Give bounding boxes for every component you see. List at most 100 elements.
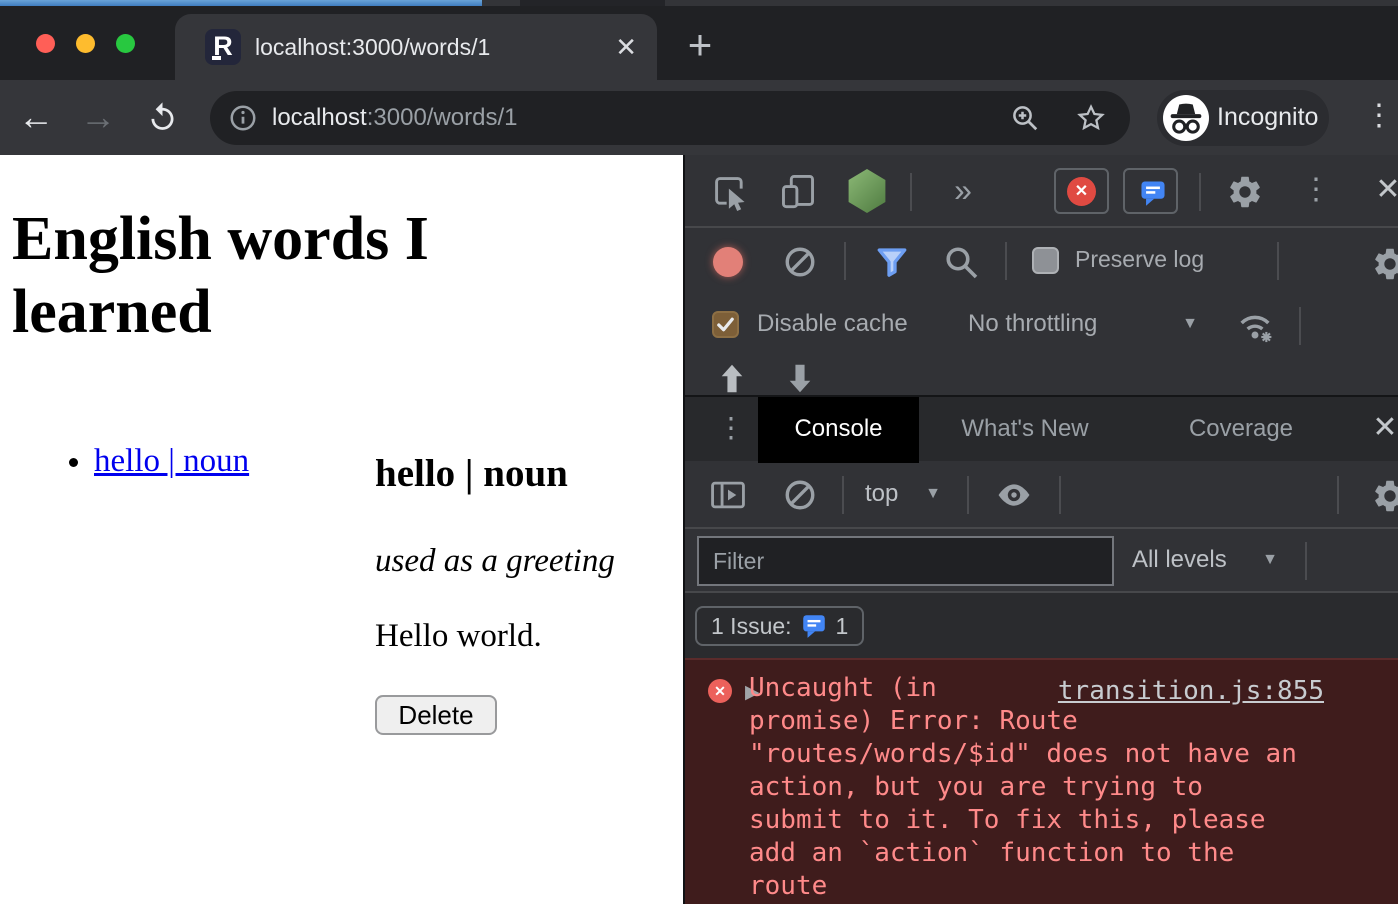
issues-counter-button[interactable]: 1 Issue: 1 bbox=[695, 606, 864, 646]
console-settings-gear-icon[interactable] bbox=[1371, 477, 1398, 515]
disable-cache-checkbox[interactable] bbox=[712, 311, 739, 338]
incognito-icon bbox=[1163, 95, 1209, 141]
error-source-link[interactable]: transition.js:855 bbox=[1058, 676, 1324, 706]
tab-close-icon[interactable]: ✕ bbox=[615, 14, 637, 80]
url-host: localhost bbox=[272, 104, 367, 131]
log-levels-select[interactable]: All levels bbox=[1132, 529, 1227, 593]
word-example: Hello world. bbox=[375, 618, 542, 655]
devtools-panel: » ✕ ⋮ ✕ bbox=[683, 155, 1398, 904]
more-tabs-icon[interactable]: » bbox=[940, 155, 986, 228]
separator bbox=[910, 173, 912, 211]
context-dropdown-icon[interactable]: ▼ bbox=[918, 461, 948, 529]
back-button[interactable]: ← bbox=[12, 80, 60, 155]
page-content: English words I learned hello | noun hel… bbox=[0, 155, 683, 904]
separator bbox=[967, 476, 969, 514]
console-issues-row: 1 Issue: 1 bbox=[685, 593, 1398, 658]
page-title: English words I learned bbox=[12, 203, 572, 349]
drawer-tab-bar: ⋮ Console What's New Coverage ✕ bbox=[685, 395, 1398, 461]
separator bbox=[842, 476, 844, 514]
separator bbox=[844, 242, 846, 280]
tab-whats-new[interactable]: What's New bbox=[935, 397, 1115, 463]
browser-toolbar: ← → localhost:3000/words/1 Incognito bbox=[0, 80, 1398, 155]
url-path: :3000/words/1 bbox=[367, 104, 518, 131]
filter-funnel-icon[interactable] bbox=[874, 244, 910, 280]
execution-context-select[interactable]: top bbox=[865, 461, 898, 529]
word-definition: used as a greeting bbox=[375, 543, 615, 580]
har-buttons-row bbox=[685, 358, 1398, 395]
issues-label: 1 Issue: bbox=[711, 613, 792, 640]
tab-bar: R localhost:3000/words/1 ✕ + bbox=[0, 6, 1398, 80]
browser-window: R localhost:3000/words/1 ✕ + ← → localho… bbox=[0, 0, 1398, 904]
incognito-badge[interactable]: Incognito bbox=[1157, 90, 1329, 146]
live-expression-eye-icon[interactable] bbox=[995, 478, 1033, 512]
search-icon[interactable] bbox=[943, 244, 979, 280]
devtools-close-icon[interactable]: ✕ bbox=[1365, 155, 1398, 228]
remix-favicon-bar bbox=[212, 56, 221, 60]
preserve-log-label: Preserve log bbox=[1075, 228, 1204, 293]
address-bar[interactable]: localhost:3000/words/1 bbox=[210, 91, 1130, 145]
console-sidebar-toggle-icon[interactable] bbox=[709, 477, 747, 513]
clear-console-icon[interactable] bbox=[783, 478, 817, 512]
error-badge-icon: ✕ bbox=[1067, 177, 1096, 206]
separator bbox=[1277, 242, 1279, 280]
console-error-entry: ✕ ▶ Uncaught (in promise) Error: Route "… bbox=[685, 658, 1398, 904]
word-list: hello | noun bbox=[14, 443, 249, 480]
tab-coverage[interactable]: Coverage bbox=[1155, 397, 1327, 463]
network-settings-gear-icon[interactable] bbox=[1371, 245, 1398, 283]
page-zoom-icon[interactable] bbox=[1010, 103, 1040, 133]
separator bbox=[1005, 242, 1007, 280]
issues-count: 1 bbox=[836, 613, 849, 640]
tab-title: localhost:3000/words/1 bbox=[255, 14, 490, 80]
browser-menu-icon[interactable]: ⋮ bbox=[1360, 80, 1398, 155]
device-toolbar-icon[interactable] bbox=[779, 172, 817, 210]
bookmark-star-icon[interactable] bbox=[1076, 103, 1106, 133]
devtools-menu-icon[interactable]: ⋮ bbox=[1293, 155, 1339, 228]
fullscreen-window-button[interactable] bbox=[116, 34, 135, 53]
word-title: hello | noun bbox=[375, 451, 568, 496]
close-window-button[interactable] bbox=[36, 34, 55, 53]
levels-dropdown-icon[interactable]: ▼ bbox=[1255, 529, 1285, 593]
console-toolbar: top ▼ bbox=[685, 461, 1398, 529]
separator bbox=[1305, 542, 1307, 580]
forward-button[interactable]: → bbox=[74, 80, 122, 155]
drawer-close-icon[interactable]: ✕ bbox=[1363, 397, 1398, 463]
issues-toolbar-badge[interactable] bbox=[1123, 168, 1178, 214]
new-tab-button[interactable]: + bbox=[672, 14, 728, 80]
node-js-icon[interactable] bbox=[847, 169, 887, 213]
clear-network-icon[interactable] bbox=[783, 245, 817, 279]
remix-favicon-icon: R bbox=[205, 29, 241, 65]
settings-gear-icon[interactable] bbox=[1226, 173, 1264, 211]
separator bbox=[1299, 307, 1301, 345]
separator bbox=[1059, 476, 1061, 514]
separator bbox=[1337, 476, 1339, 514]
network-conditions-row: Disable cache No throttling ▼ bbox=[685, 293, 1398, 358]
disable-cache-label: Disable cache bbox=[757, 293, 908, 358]
list-item: hello | noun bbox=[94, 443, 249, 480]
preserve-log-checkbox[interactable] bbox=[1032, 247, 1059, 274]
issue-chat-icon bbox=[800, 612, 828, 640]
record-network-log-button[interactable] bbox=[713, 247, 743, 277]
devtools-main-toolbar: » ✕ ⋮ ✕ bbox=[685, 155, 1398, 228]
browser-tab[interactable]: R localhost:3000/words/1 ✕ bbox=[175, 14, 657, 80]
export-har-down-arrow-icon[interactable] bbox=[784, 362, 816, 395]
tab-console[interactable]: Console bbox=[758, 397, 919, 463]
console-filter-input[interactable] bbox=[697, 536, 1114, 586]
console-filter-row: All levels ▼ bbox=[685, 529, 1398, 593]
separator bbox=[1199, 173, 1201, 211]
throttling-dropdown-icon[interactable]: ▼ bbox=[1175, 293, 1205, 358]
minimize-window-button[interactable] bbox=[76, 34, 95, 53]
error-count-badge[interactable]: ✕ bbox=[1054, 168, 1109, 214]
network-conditions-wifi-icon[interactable] bbox=[1235, 308, 1275, 346]
import-har-up-arrow-icon[interactable] bbox=[716, 362, 748, 395]
word-link[interactable]: hello | noun bbox=[94, 443, 249, 479]
throttling-select[interactable]: No throttling bbox=[968, 293, 1097, 358]
delete-button[interactable]: Delete bbox=[375, 695, 497, 735]
error-message-text[interactable]: Uncaught (in promise) Error: Route "rout… bbox=[749, 672, 1349, 903]
url-text[interactable]: localhost:3000/words/1 bbox=[272, 91, 518, 145]
issues-chat-icon bbox=[1138, 178, 1168, 208]
inspect-element-icon[interactable] bbox=[711, 173, 749, 211]
reload-icon[interactable] bbox=[146, 101, 179, 134]
site-info-icon[interactable] bbox=[228, 103, 258, 133]
drawer-overflow-icon[interactable]: ⋮ bbox=[709, 397, 753, 463]
incognito-label: Incognito bbox=[1217, 90, 1318, 146]
